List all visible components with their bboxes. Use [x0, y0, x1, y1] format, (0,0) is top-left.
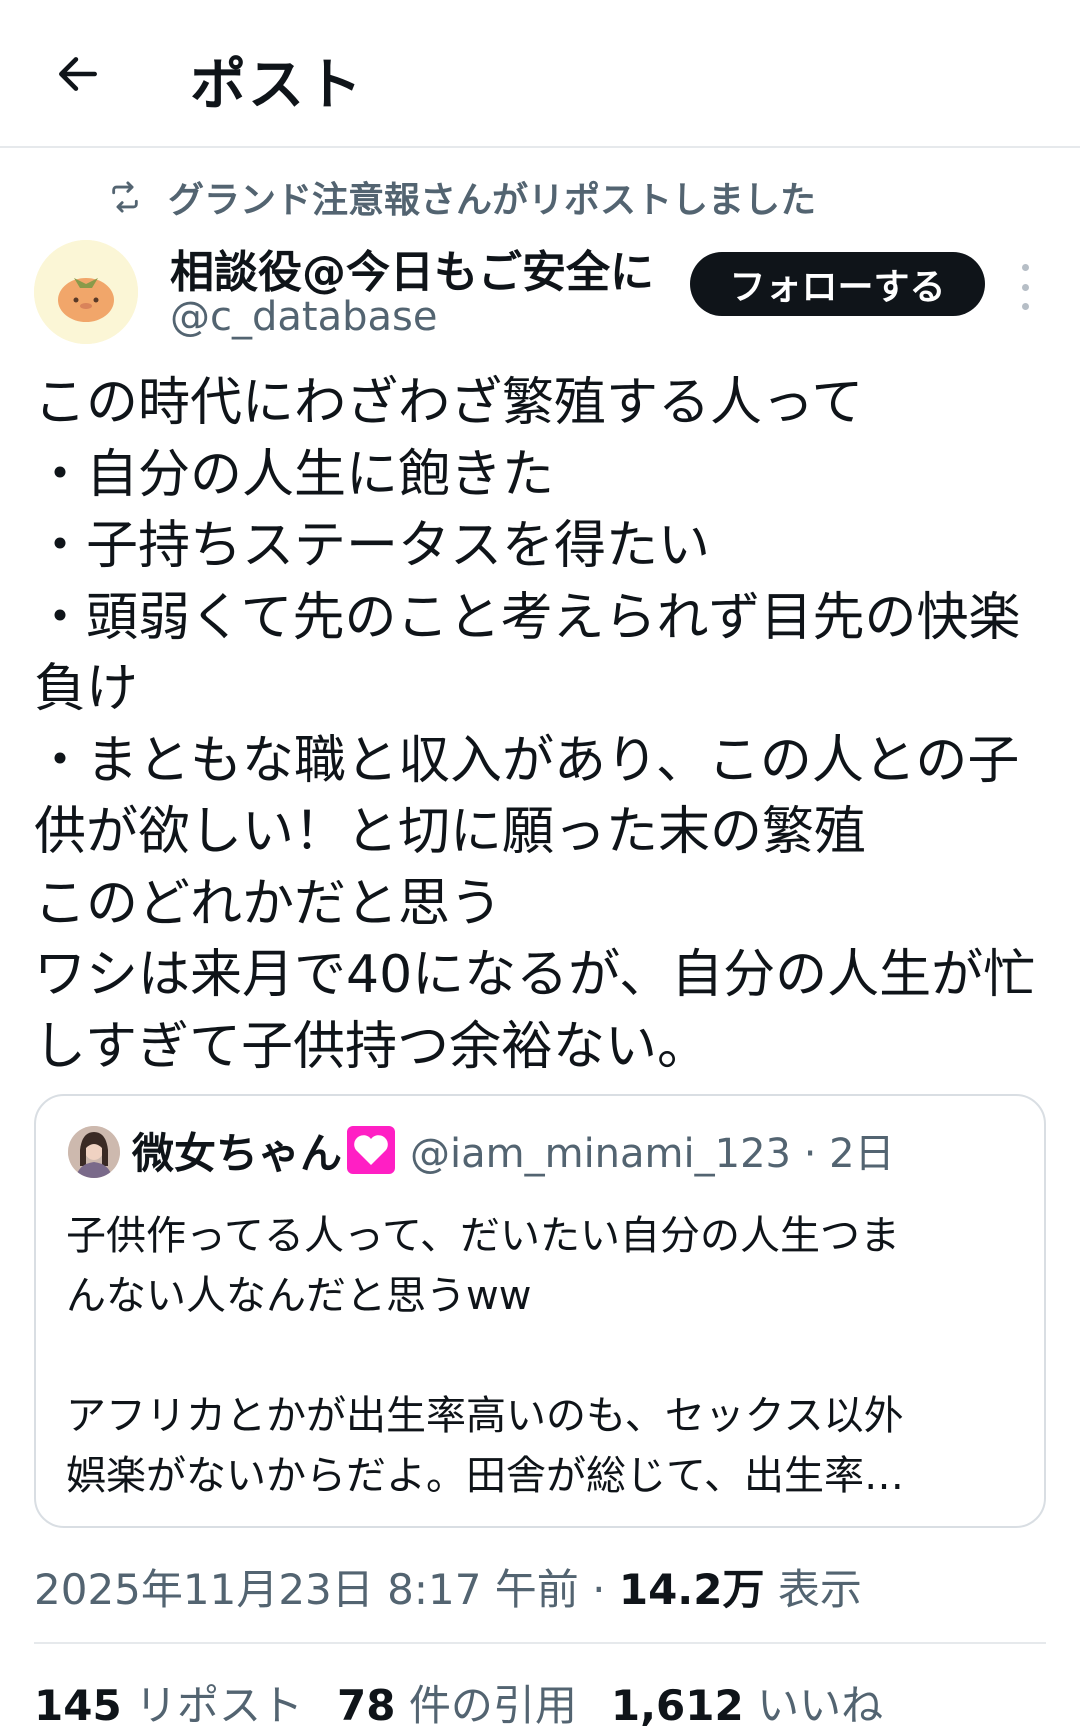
- engagement-stats: 145 リポスト 78 件の引用 1,612 いいね: [34, 1672, 883, 1733]
- quoted-text: 子供作ってる人って、だいたい自分の人生つま んない人なんだと思うww アフリカと…: [66, 1206, 1016, 1506]
- quoted-post[interactable]: 微女ちゃん @iam_minami_123 · 2日 子供作ってる人って、だいた…: [34, 1094, 1046, 1528]
- follow-button[interactable]: フォローする: [690, 252, 985, 316]
- persimmon-avatar-icon: [34, 240, 138, 344]
- post-line: ・子持ちステータスを得たい: [34, 516, 711, 576]
- post-line: しすぎて子供持つ余裕ない。: [34, 1016, 709, 1077]
- back-button[interactable]: [48, 44, 108, 104]
- repost-text: グランド注意報さんがリポストしました: [168, 180, 817, 221]
- quoted-line: [66, 1326, 1016, 1386]
- repost-icon: [112, 181, 138, 213]
- post-line: ワシは来月で40になるが、自分の人生が忙: [34, 945, 1036, 1005]
- repost-indicator[interactable]: グランド注意報さんがリポストしました: [108, 172, 816, 222]
- more-dot-icon: [1021, 303, 1029, 310]
- quoted-header: 微女ちゃん @iam_minami_123 · 2日: [132, 1120, 895, 1180]
- author-name[interactable]: 相談役@今日もご安全に: [170, 236, 654, 300]
- top-bar: ポスト: [0, 0, 1080, 148]
- more-dot-icon: [1021, 283, 1029, 291]
- quoted-name: 微女ちゃん: [132, 1128, 343, 1178]
- reposts-count: 145: [34, 1681, 122, 1730]
- view-count: 14.2万: [618, 1565, 765, 1614]
- quotes-stat[interactable]: 78 件の引用: [337, 1672, 577, 1733]
- post-line: 供が欲しい！と切に願った末の繁殖: [34, 802, 867, 862]
- post-line: ・頭弱くて先のこと考えられず目先の快楽: [34, 587, 1021, 648]
- post-line: このどれかだと思う: [34, 873, 503, 934]
- reposts-stat[interactable]: 145 リポスト: [34, 1672, 303, 1733]
- divider: [34, 1642, 1046, 1644]
- heart-emoji-icon: [347, 1126, 396, 1174]
- likes-count: 1,612: [610, 1681, 744, 1730]
- more-dot-icon: [1021, 264, 1029, 271]
- post-line: この時代にわざわざ繁殖する人って: [34, 373, 864, 433]
- reposts-label: リポスト: [135, 1681, 304, 1730]
- quotes-label: 件の引用: [408, 1681, 577, 1730]
- likes-stat[interactable]: 1,612 いいね: [611, 1672, 883, 1733]
- more-options-button[interactable]: [1010, 262, 1040, 312]
- author-handle[interactable]: @c_database: [170, 294, 437, 340]
- quoted-line: 娯楽がないからだよ。田舎が総じて、出生率…: [66, 1453, 904, 1499]
- post-meta: 2025年11月23日 8:17 午前 · 14.2万 表示: [34, 1556, 862, 1617]
- post-line: ・まともな職と収入があり、この人との子: [34, 730, 1020, 791]
- views-label: 表示: [764, 1565, 862, 1614]
- quotes-count: 78: [337, 1681, 396, 1730]
- quoted-line: アフリカとかが出生率高いのも、セックス以外: [66, 1393, 904, 1439]
- post-line: 負け: [34, 659, 139, 719]
- post-line: ・自分の人生に飽きた: [34, 444, 555, 505]
- post-text: この時代にわざわざ繁殖する人って ・自分の人生に飽きた ・子持ちステータスを得た…: [34, 368, 1054, 1083]
- post-datetime[interactable]: 2025年11月23日 8:17 午前 ·: [34, 1565, 619, 1614]
- quoted-handle-time: @iam_minami_123 · 2日: [410, 1131, 895, 1177]
- arrow-left-icon: [59, 57, 97, 91]
- likes-label: いいね: [757, 1681, 884, 1730]
- page-title: ポスト: [190, 53, 364, 118]
- quoted-avatar: [68, 1126, 120, 1178]
- quoted-line: んない人なんだと思うww: [66, 1273, 532, 1319]
- quoted-line: 子供作ってる人って、だいたい自分の人生つま: [66, 1213, 900, 1259]
- author-avatar[interactable]: [34, 240, 138, 344]
- user-photo-icon: [68, 1126, 120, 1178]
